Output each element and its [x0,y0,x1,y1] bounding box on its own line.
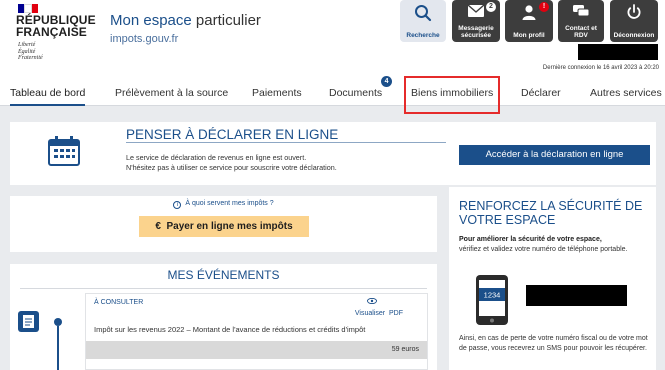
event-amount: 59 euros [391,346,419,353]
security-text-2: Ainsi, en cas de perte de votre numéro f… [459,335,648,352]
republic-motto: Liberté Égalité Fraternité [18,42,43,62]
banner-text-line-1: Le service de déclaration de revenus en … [126,153,307,162]
site-url[interactable]: impots.gouv.fr [110,33,178,45]
last-connection-text: Dernière connexion le 16 avril 2023 à 20… [542,65,659,71]
timeline-line [57,326,59,370]
profile-button[interactable]: ! Mon profil [505,0,553,42]
security-title-line-1: Renforcez la sécurité de [459,199,643,213]
tab-documents-label: Documents [329,87,383,99]
tab-tableau-de-bord[interactable]: Tableau de bord [10,78,86,106]
envelope-icon [467,4,485,17]
redacted-phone-number [526,285,627,306]
search-label: Recherche [406,32,440,39]
user-icon [522,5,536,20]
info-icon: i [173,201,182,209]
event-description: Impôt sur les revenus 2022 – Montant de … [94,325,366,334]
view-pdf-link[interactable]: Visualiser PDF [355,310,403,317]
profile-alert-badge: ! [539,2,549,12]
banner-divider [126,142,446,143]
events-divider [20,288,427,289]
event-amount-bar: 59 euros [86,341,427,359]
highlight-annotation-box [404,76,500,114]
payment-panel: iÀ quoi servent mes impôts ? € Payer en … [10,196,437,252]
site-title-light: particulier [195,12,261,29]
security-title-line-2: votre espace [459,213,556,227]
declaration-banner: Penser à déclarer en ligne Le service de… [10,122,656,185]
logout-label: Déconnexion [613,32,655,39]
messaging-badge: 2 [486,2,496,12]
contact-label-2: RDV [574,32,588,39]
site-title[interactable]: Mon espace particulier [110,12,261,29]
security-panel: Renforcez la sécurité de votre espace Po… [449,187,656,370]
tab-paiements[interactable]: Paiements [252,78,302,106]
smartphone-icon: 1234 [476,275,508,325]
messaging-label-2: sécurisée [461,32,491,39]
site-title-strong: Mon espace [110,12,192,29]
redacted-user-name [578,44,658,60]
tax-usage-link[interactable]: iÀ quoi servent mes impôts ? [10,200,437,209]
eye-icon [367,298,377,304]
timeline-dot [54,318,62,326]
republic-line-2: FRANÇAISE [16,25,87,39]
event-tag: À consulter [94,299,144,306]
tab-autres-services[interactable]: Autres services [590,78,662,106]
logout-button[interactable]: Déconnexion [610,0,658,42]
site-header: RÉPUBLIQUE FRANÇAISE Liberté Égalité Fra… [0,0,665,78]
main-navigation: Tableau de bord Prélèvement à la source … [0,76,665,106]
pay-online-button[interactable]: € Payer en ligne mes impôts [139,216,309,237]
banner-title: Penser à déclarer en ligne [126,127,339,142]
secure-messaging-button[interactable]: 2 Messagerie sécurisée [452,0,500,42]
security-bold-text: Pour améliorer la sécurité de votre espa… [459,236,602,243]
banner-description: Le service de déclaration de revenus en … [126,153,456,173]
chat-icon [573,5,590,17]
tab-documents[interactable]: Documents 4 [329,76,393,106]
french-flag-logo [18,4,38,13]
banner-text-line-2: N'hésitez pas à utiliser ce service pour… [126,163,337,172]
security-text-1: vérifiez et validez votre numéro de télé… [459,246,628,253]
power-icon [627,4,641,19]
messaging-label-1: Messagerie [458,25,494,32]
document-icon [18,311,39,332]
event-card[interactable]: À consulter Visualiser PDF Impôt sur les… [85,293,428,370]
security-title: Renforcez la sécurité de votre espace [459,199,654,227]
contact-label-1: Contact et [565,25,597,32]
calendar-icon [48,136,80,166]
contact-rdv-button[interactable]: Contact et RDV [558,0,604,42]
pay-online-label: Payer en ligne mes impôts [166,221,293,232]
view-format: PDF [389,310,403,317]
profile-label: Mon profil [513,32,545,39]
phone-code: 1234 [484,291,501,300]
tab-prelevement-a-la-source[interactable]: Prélèvement à la source [115,78,228,106]
search-icon [415,5,432,22]
search-button[interactable]: Recherche [400,0,446,42]
motto-egalite: Égalité [18,48,36,55]
documents-count-badge: 4 [381,76,393,87]
online-declaration-button[interactable]: Accéder à la déclaration en ligne [459,145,650,165]
events-panel: Mes événements À consulter Visualiser PD… [10,264,437,370]
tax-usage-label: À quoi servent mes impôts ? [185,200,274,207]
view-label: Visualiser [354,310,386,317]
republic-logo-text[interactable]: RÉPUBLIQUE FRANÇAISE [16,14,96,38]
tab-declarer[interactable]: Déclarer [521,78,561,106]
euro-icon: € [155,221,161,232]
motto-fraternite: Fraternité [18,55,43,62]
motto-liberte: Liberté [18,42,36,48]
events-title: Mes événements [167,268,280,282]
